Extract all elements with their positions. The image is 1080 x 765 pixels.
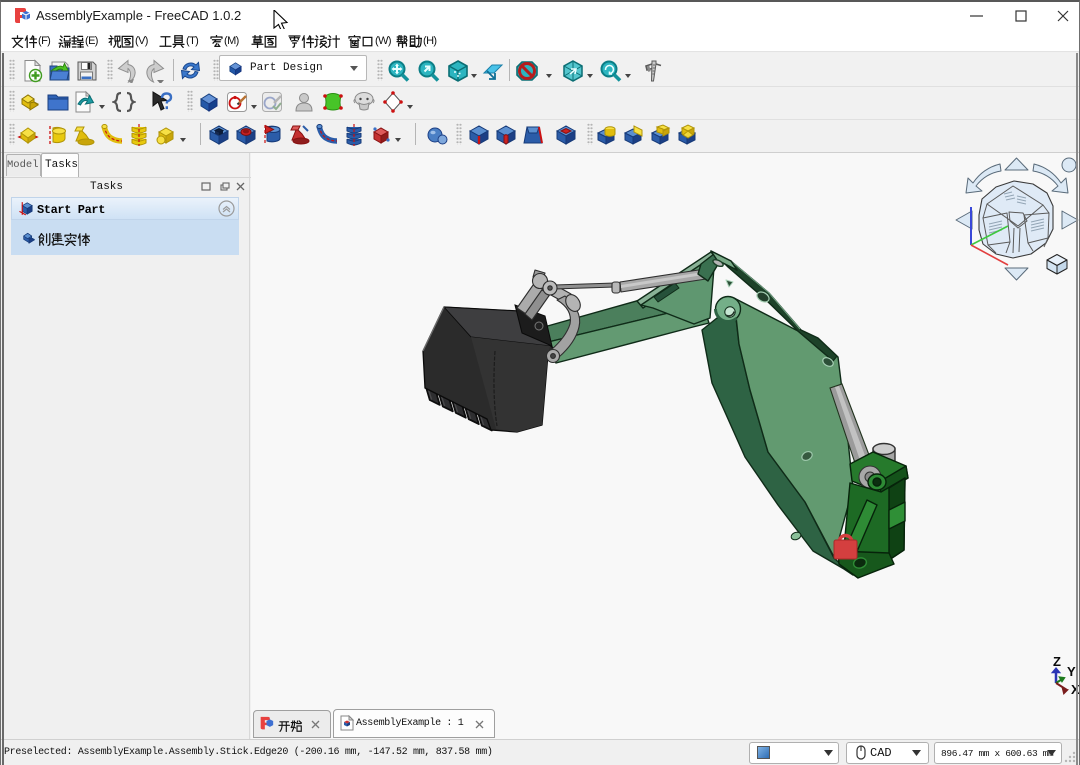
svg-text:Y: Y <box>1067 664 1076 679</box>
svg-text:Z: Z <box>1053 654 1061 669</box>
